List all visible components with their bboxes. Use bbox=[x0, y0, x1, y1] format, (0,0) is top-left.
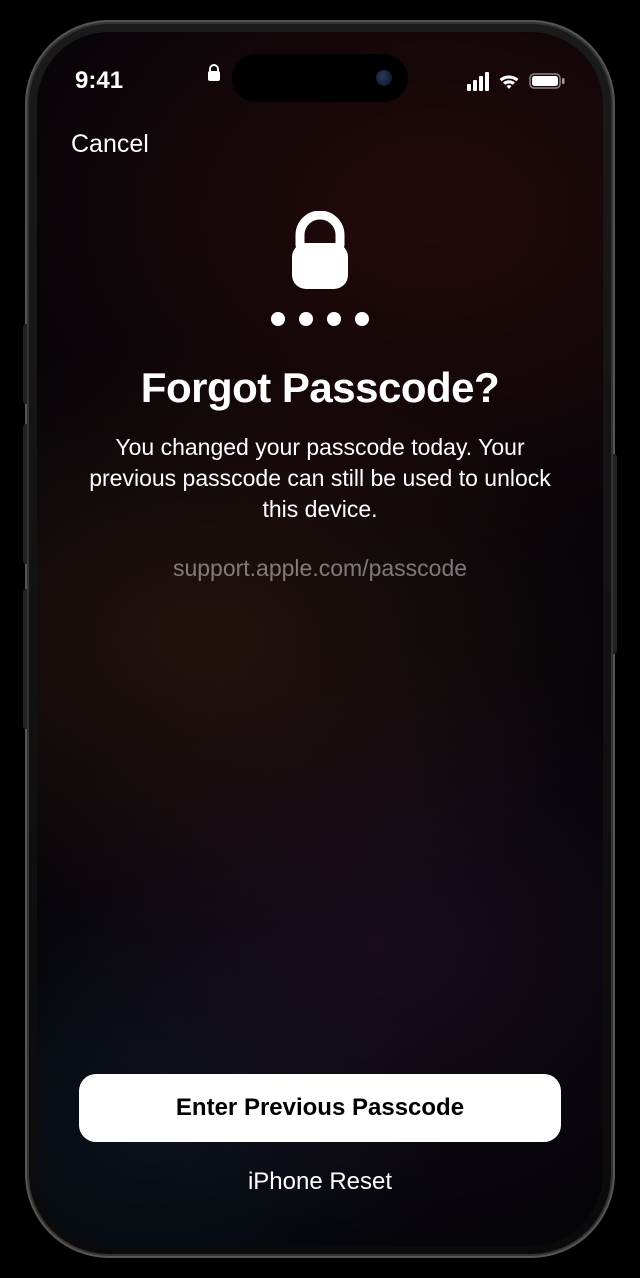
enter-previous-passcode-button[interactable]: Enter Previous Passcode bbox=[79, 1074, 561, 1142]
lock-icon bbox=[207, 64, 221, 87]
support-link[interactable]: support.apple.com/passcode bbox=[173, 555, 467, 582]
dynamic-island bbox=[232, 54, 408, 102]
cellular-signal-icon bbox=[467, 72, 489, 91]
wifi-icon bbox=[497, 72, 521, 90]
iphone-reset-button[interactable]: iPhone Reset bbox=[248, 1168, 392, 1196]
phone-screen: 9:41 bbox=[37, 32, 603, 1246]
passcode-lock-icon bbox=[285, 211, 355, 298]
description-text: You changed your passcode today. Your pr… bbox=[69, 432, 571, 525]
front-camera bbox=[376, 70, 392, 86]
page-title: Forgot Passcode? bbox=[141, 364, 499, 412]
battery-icon bbox=[529, 72, 565, 90]
phone-frame: 9:41 bbox=[29, 24, 611, 1254]
cancel-button[interactable]: Cancel bbox=[71, 130, 149, 159]
status-time: 9:41 bbox=[75, 67, 123, 95]
passcode-dots bbox=[271, 312, 369, 326]
